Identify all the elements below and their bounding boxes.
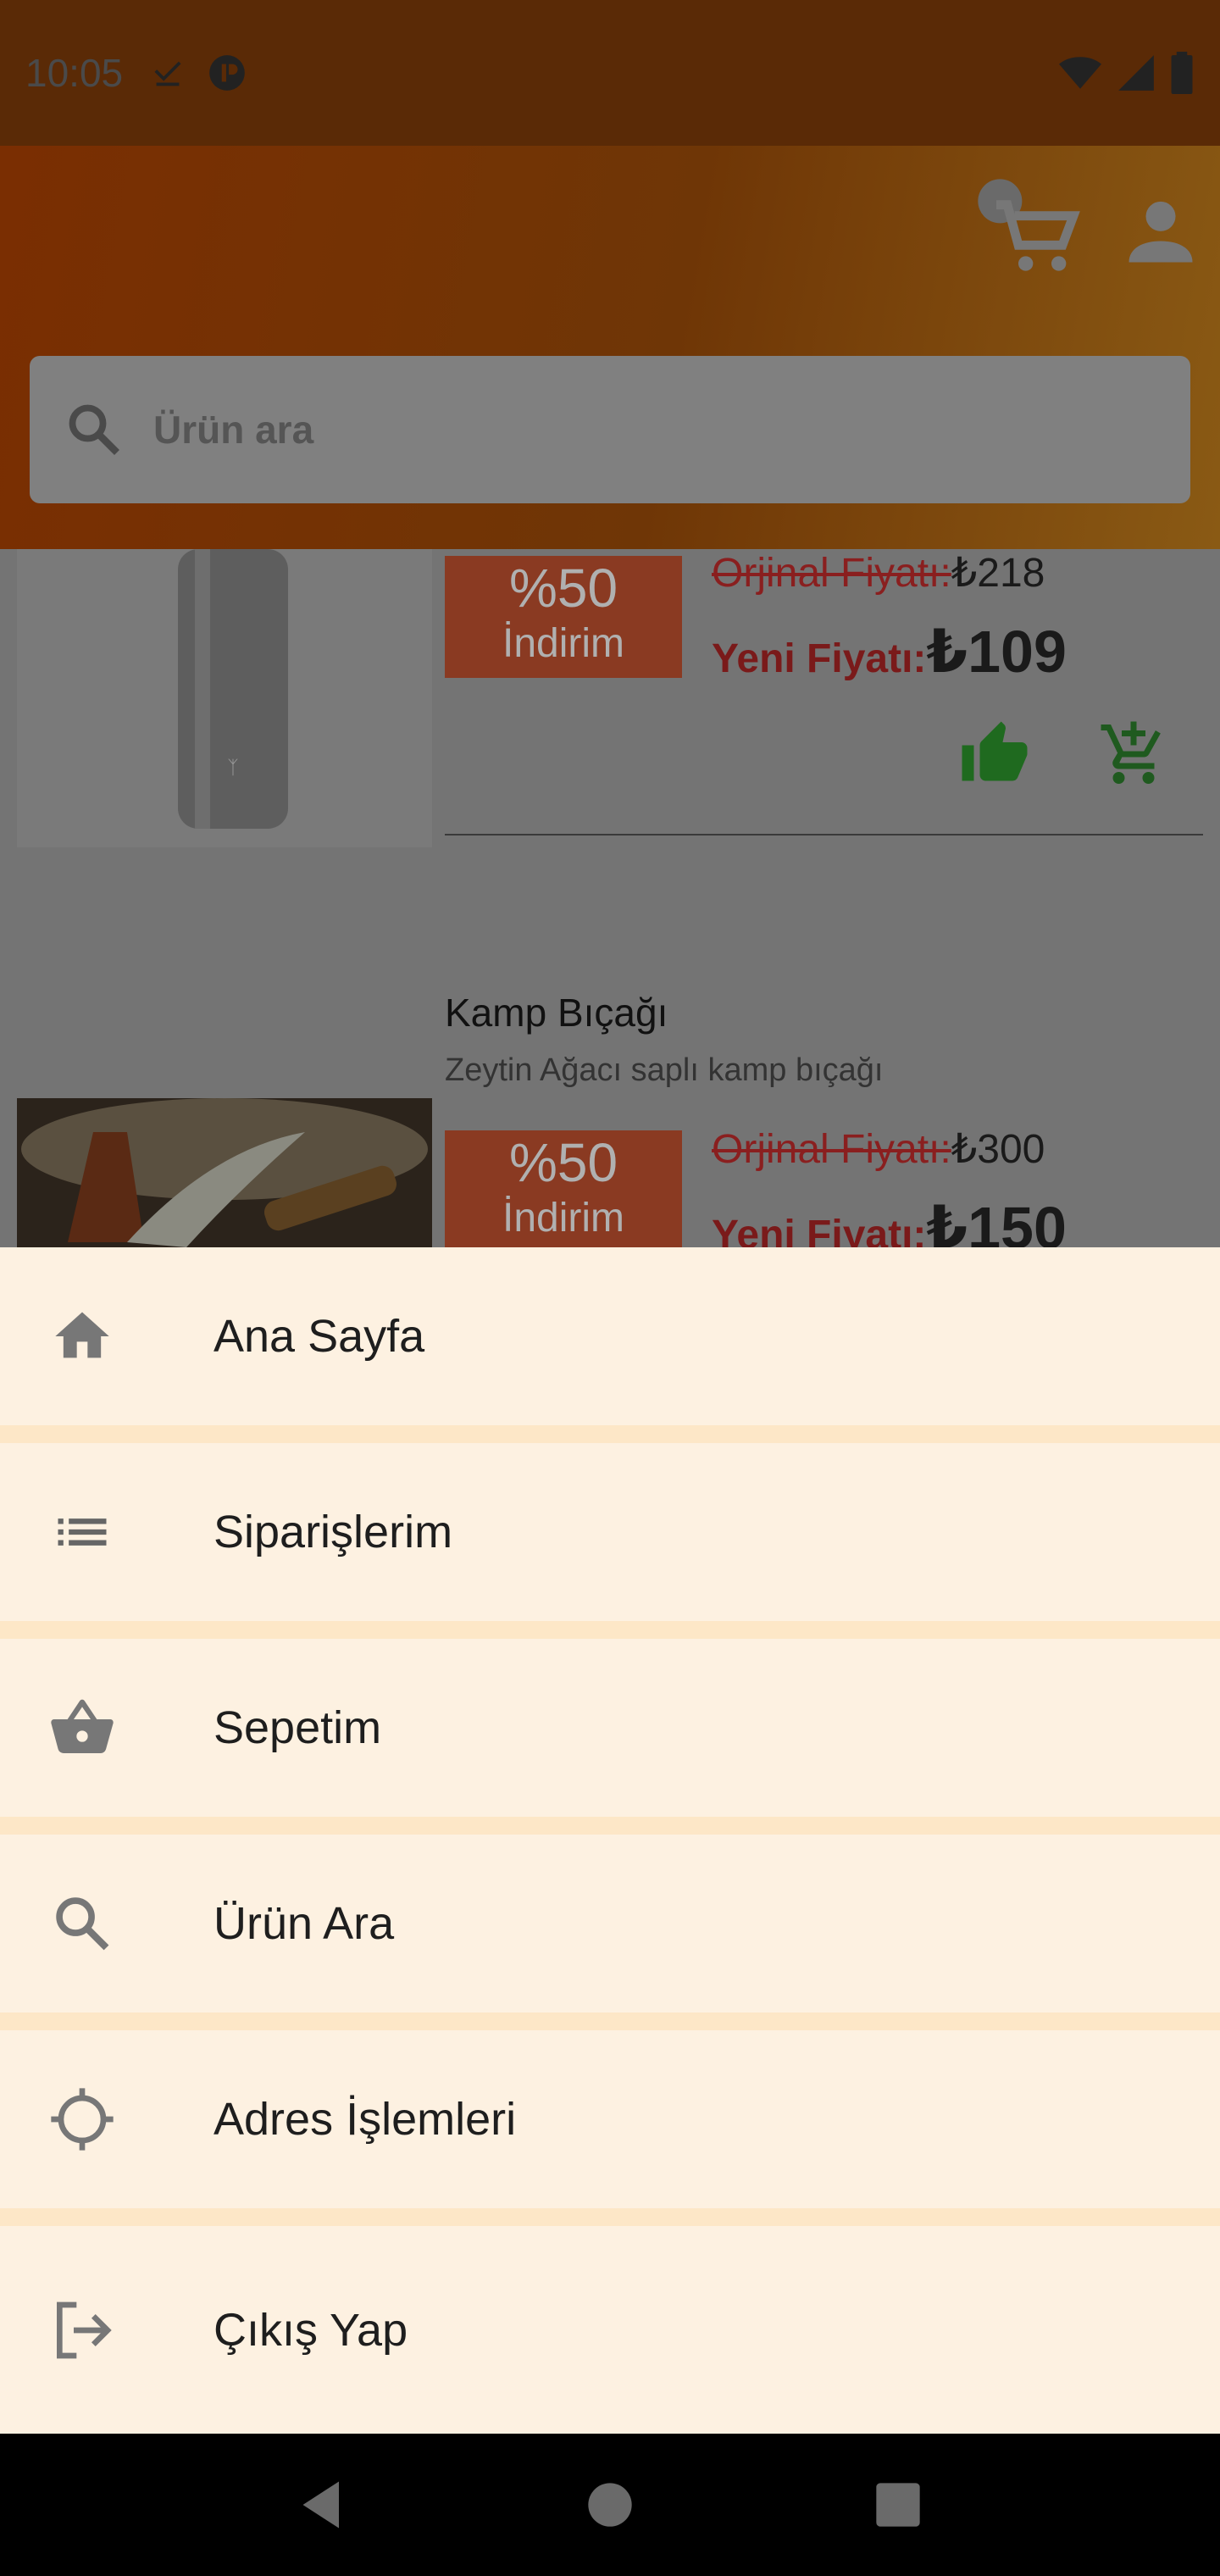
product-image[interactable]: [17, 1098, 432, 1247]
add-to-cart-icon[interactable]: [1098, 719, 1169, 790]
cart-icon[interactable]: [974, 175, 1084, 286]
logout-icon: [44, 2292, 120, 2368]
knife-image: [17, 1098, 432, 1247]
search-bar[interactable]: [30, 356, 1190, 503]
menu-item-home[interactable]: Ana Sayfa: [0, 1247, 1220, 1425]
app-notification-icon: [209, 55, 245, 91]
search-icon: [44, 1885, 120, 1962]
menu-item-label: Ürün Ara: [214, 1898, 395, 1949]
menu-item-basket[interactable]: Sepetim: [0, 1639, 1220, 1817]
menu-item-search[interactable]: Ürün Ara: [0, 1835, 1220, 2012]
product-image[interactable]: ᛉ: [17, 549, 432, 847]
wifi-icon: [1059, 57, 1101, 89]
product-description: Zeytin Ağacı saplı kamp bıçağı: [445, 1052, 884, 1088]
menu-item-label: Çıkış Yap: [214, 2304, 408, 2356]
menu-item-label: Adres İşlemleri: [214, 2094, 517, 2145]
home-button[interactable]: [572, 2467, 648, 2543]
old-price: Orjinal Fiyatı:₺300: [712, 1127, 1045, 1172]
basket-icon: [44, 1690, 120, 1766]
status-time: 10:05: [25, 51, 124, 95]
home-icon: [44, 1298, 120, 1374]
battery-icon: [1171, 52, 1193, 94]
back-icon: [302, 2481, 339, 2529]
recents-icon: [876, 2483, 920, 2527]
profile-icon[interactable]: [1118, 188, 1203, 273]
recents-button[interactable]: [860, 2467, 936, 2543]
back-button[interactable]: [284, 2467, 360, 2543]
menu-item-label: Sepetim: [214, 1702, 382, 1753]
home-circle-icon: [588, 2483, 632, 2527]
discount-badge: %50 İndirim: [445, 1130, 682, 1247]
product-list: ᛉ %50 İndirim Orjinal Fiyatı:₺218 Yeni F…: [0, 549, 1220, 1247]
new-price: Yeni Fiyatı:₺150: [712, 1195, 1067, 1247]
menu-item-orders[interactable]: Siparişlerim: [0, 1443, 1220, 1621]
menu-item-logout[interactable]: Çıkış Yap: [0, 2226, 1220, 2434]
status-bar: 10:05: [0, 0, 1220, 146]
navigation-sheet: Ana Sayfa Siparişlerim Sepetim Ürün Ara …: [0, 1247, 1220, 2434]
divider: [445, 834, 1203, 836]
list-icon: [44, 1494, 120, 1570]
bottle-image: ᛉ: [178, 549, 288, 829]
location-icon: [44, 2081, 120, 2157]
menu-item-address[interactable]: Adres İşlemleri: [0, 2030, 1220, 2208]
new-price: Yeni Fiyatı:₺109: [712, 619, 1067, 685]
discount-badge: %50 İndirim: [445, 556, 682, 678]
signal-icon: [1118, 55, 1154, 91]
menu-item-label: Siparişlerim: [214, 1507, 453, 1557]
app-header: [0, 146, 1220, 549]
search-input[interactable]: [153, 407, 1085, 452]
product-title[interactable]: Kamp Bıçağı: [445, 990, 668, 1035]
menu-item-label: Ana Sayfa: [214, 1311, 425, 1362]
download-done-icon: [154, 61, 181, 86]
system-navigation-bar: [0, 2434, 1220, 2576]
svg-text:ᛉ: ᛉ: [227, 758, 238, 779]
search-icon: [69, 404, 119, 455]
like-icon[interactable]: [959, 719, 1030, 790]
old-price: Orjinal Fiyatı:₺218: [712, 551, 1045, 596]
